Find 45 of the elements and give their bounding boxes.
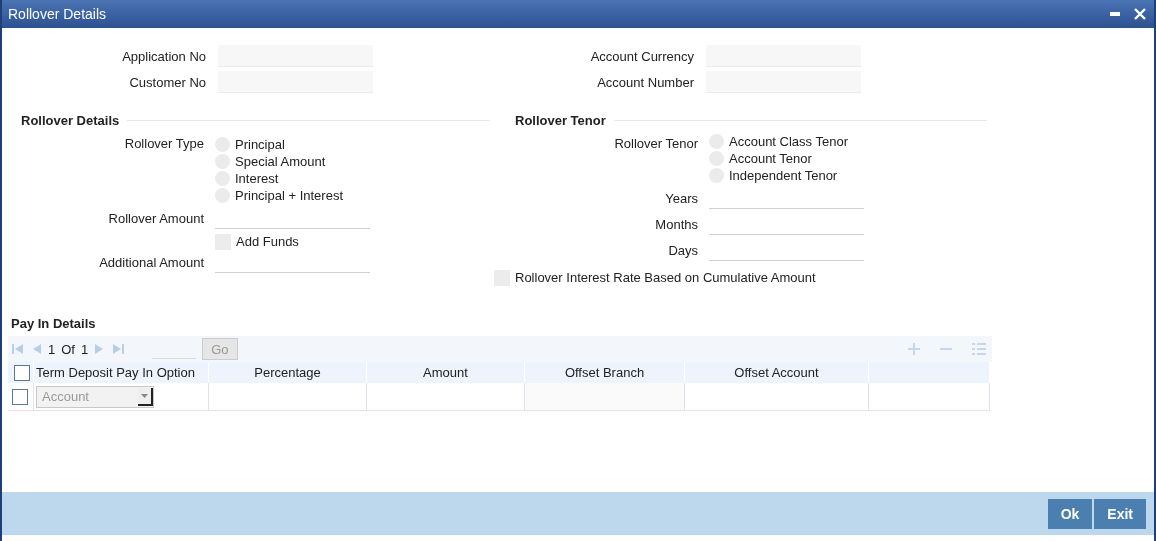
exit-button[interactable]: Exit [1094, 498, 1146, 529]
option-label: Principal [235, 137, 285, 152]
column-header: Percentage [209, 362, 367, 383]
option-label: Principal + Interest [235, 188, 344, 203]
field-label: Years [664, 191, 698, 206]
column-header: Offset Branch [525, 362, 685, 383]
checkbox-label: Rollover Interest Rate Based on Cumulative Amount [515, 270, 816, 285]
list-icon[interactable] [972, 343, 986, 355]
section-heading: Rollover Tenor [515, 113, 606, 128]
checkbox[interactable] [12, 388, 28, 405]
option-label: Independent Tenor [729, 168, 838, 183]
field-label: Additional Amount [98, 255, 204, 270]
section-heading: Pay In Details [11, 316, 97, 331]
field-label: Customer No [128, 74, 206, 90]
option-label: Account Class Tenor [729, 134, 848, 149]
field-label: Account Currency [589, 48, 694, 64]
field-label: Application No [121, 48, 206, 64]
page-of-label: Of [61, 341, 75, 357]
field-label: Rollover Tenor [613, 136, 698, 151]
field-label: Months [654, 217, 698, 232]
minimize-icon[interactable] [1110, 12, 1120, 16]
caret-icon [141, 393, 148, 398]
window-title: Rollover Details [8, 6, 107, 22]
checkbox[interactable] [14, 364, 30, 381]
last-page-icon[interactable] [112, 343, 125, 355]
field-label: Days [667, 243, 698, 258]
field-label: Rollover Type [123, 136, 204, 151]
section-heading: Rollover Details [21, 113, 120, 128]
option-label: Account Tenor [729, 151, 812, 166]
page-total: 1 [80, 341, 89, 357]
column-header: Term Deposit Pay In Option [34, 362, 209, 383]
close-icon[interactable] [1134, 8, 1146, 20]
go-button[interactable]: Go [202, 338, 238, 360]
field-label: Rollover Amount [107, 211, 204, 226]
page-number: 1 [48, 341, 56, 357]
add-icon[interactable] [908, 343, 920, 355]
column-header: Offset Account [685, 362, 869, 383]
option-label: Special Amount [235, 154, 326, 169]
checkbox-label: Add Funds [236, 234, 299, 249]
field-label: Account Number [596, 74, 694, 90]
first-page-icon[interactable] [12, 343, 24, 355]
option-label: Interest [235, 171, 279, 186]
column-header: Amount [367, 362, 525, 383]
dropdown[interactable]: Account [36, 385, 154, 408]
ok-button[interactable]: Ok [1047, 498, 1093, 529]
